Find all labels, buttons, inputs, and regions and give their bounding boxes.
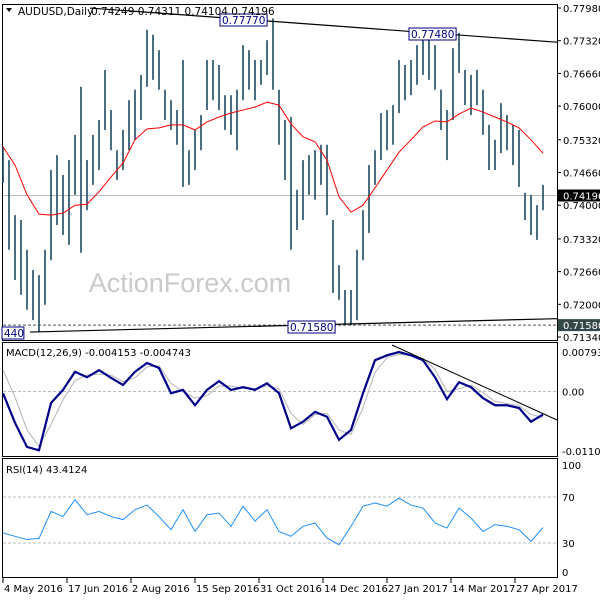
- macd-trendline: [391, 344, 558, 421]
- macd-signal-line: [2, 353, 544, 448]
- x-tick-label: 14 Mar 2017: [452, 584, 515, 595]
- rsi-panel: [2, 458, 558, 578]
- ohlc-values: 0.74249 0.74311 0.74104 0.74196: [91, 6, 275, 18]
- x-tick-label: 15 Sep 2016: [196, 584, 259, 595]
- y-tick-label: 0.72000: [563, 300, 600, 311]
- rsi-line: [2, 497, 544, 546]
- moving-average-line: [2, 101, 544, 216]
- price-annotation-label: 0.71580: [290, 322, 333, 334]
- symbol-label: AUDUSD,Daily: [18, 6, 93, 18]
- y-tick-label: 0.76000: [563, 102, 600, 113]
- x-tick-label: 4 May 2016: [4, 584, 63, 595]
- x-tick-label: 31 Oct 2016: [260, 584, 322, 595]
- x-tick-label: 14 Dec 2016: [324, 584, 388, 595]
- rsi-y-tick-label: 100: [562, 461, 581, 472]
- x-tick-label: 27 Jan 2017: [388, 584, 448, 595]
- x-tick-label: 27 Apr 2017: [516, 584, 578, 595]
- y-tick-label: 0.71340: [563, 333, 600, 344]
- y-tick-label: 0.72660: [563, 268, 600, 279]
- y-tick-label: 0.75320: [563, 136, 600, 147]
- macd-y-tick-label: 0.00: [562, 388, 584, 399]
- y-tick-label: 0.74000: [563, 201, 600, 212]
- y-tick-label: 0.77320: [563, 37, 600, 48]
- y-tick-label: 0.76660: [563, 69, 600, 80]
- y-tick-label: 0.74660: [563, 169, 600, 180]
- macd-y-tick-label: 0.007933: [562, 348, 600, 359]
- macd-y-tick-label: -0.011017: [562, 447, 600, 458]
- macd-main-line: [1, 350, 544, 452]
- rsi-y-tick-label: 0: [562, 568, 568, 579]
- price-annotation-label: 0.77480: [411, 29, 454, 41]
- x-tick-label: 2 Aug 2016: [132, 584, 190, 595]
- rsi-y-tick-label: 70: [562, 493, 575, 504]
- y-tick-label: 0.73320: [563, 235, 600, 246]
- x-tick-label: 17 Jun 2016: [68, 584, 128, 595]
- rsi-y-tick-label: 30: [562, 539, 575, 550]
- level-price-tag: 0.71580: [563, 321, 600, 332]
- trading-chart: ActionForex.com 0.777700.774800.71580440…: [1, 4, 600, 595]
- price-annotation-label: 440: [4, 328, 24, 340]
- watermark: ActionForex.com: [89, 268, 292, 298]
- collapse-arrow-icon[interactable]: [6, 8, 12, 12]
- current-price-tag: 0.74196: [563, 191, 600, 202]
- y-tick-label: 0.77980: [563, 4, 600, 15]
- rsi-title: RSI(14) 43.4124: [6, 465, 87, 476]
- macd-title: MACD(12,26,9) -0.004153 -0.004743: [6, 348, 191, 359]
